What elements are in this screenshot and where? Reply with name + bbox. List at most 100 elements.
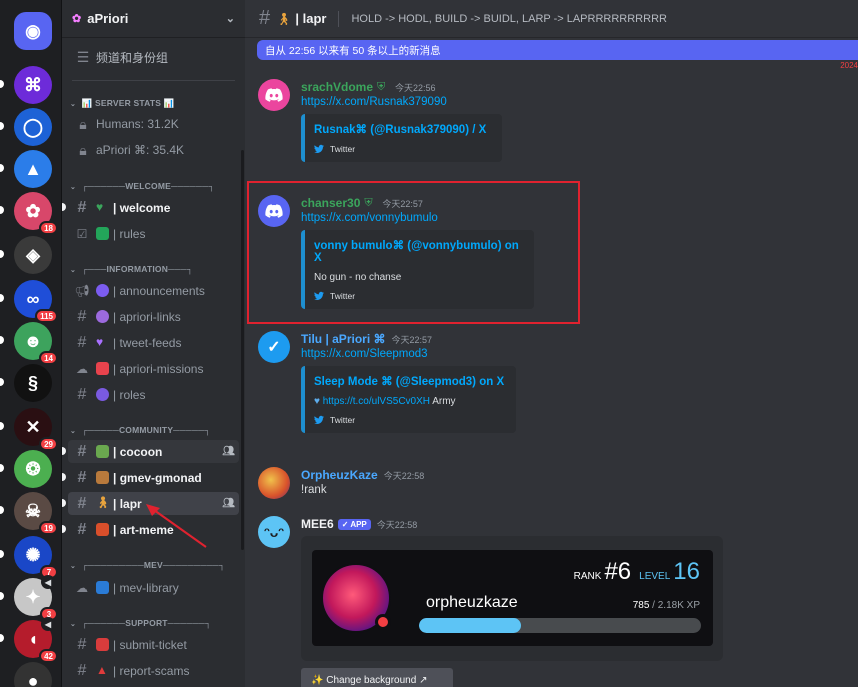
embed-title[interactable]: vonny bumulo⌘ (@vonnybumulo) on X [314,238,524,264]
server-icon-server-mouth[interactable]: ◖ 42 ◀ [0,617,58,663]
link-embed: vonny bumulo⌘ (@vonnybumulo) on X No gun… [301,230,534,309]
rank-embed: orpheuzkaze RANK #6 LEVEL 16 785 / 2.18K… [301,536,723,661]
server-icon-server-dark[interactable]: ◈ [0,236,52,274]
unread-pip [0,294,4,302]
verified-avatar[interactable]: ✓ [258,331,290,363]
add-member-icon[interactable]: 👥︎ [222,498,235,509]
channel-rules[interactable]: ☑ | rules [68,222,239,245]
category-information[interactable]: ⌄ ┌───INFORMATION───┐ [70,264,193,274]
list-icon: ☰ [76,48,90,65]
server-icon-discord-home[interactable]: ◉ [14,12,52,50]
lock-icon: 🔒︎ [79,141,87,158]
person-walking-icon: 🚶︎ [276,11,292,26]
channel-label: | welcome [113,200,171,215]
author-name[interactable]: srachVdome [301,80,373,94]
sidebar-scrollbar[interactable] [241,150,244,550]
category-label: ┌───INFORMATION───┐ [81,264,193,274]
channel-apriori-missions[interactable]: ☁ | apriori-missions [68,357,239,380]
message: chanser30 ⛨ 今天22:57 https://x.com/vonnyb… [301,195,848,309]
channel-submit-ticket[interactable]: # | submit-ticket [68,633,239,656]
chevron-down-icon: ⌄ [225,13,235,25]
category-mev[interactable]: ⌄ ┌─────────MEV─────────┐ [70,560,225,570]
unread-pip [0,550,4,558]
category-community[interactable]: ⌄ ┌─────COMMUNITY─────┐ [70,425,211,435]
category-label: ┌──────SUPPORT──────┐ [81,618,212,628]
channels-and-roles-label: 频道和身份组 [96,50,169,65]
channel-title: | lapr [295,11,327,26]
twitter-bird-icon [314,415,324,424]
server-swirl-icon: § [27,372,38,393]
server-icon-server-green[interactable]: ☻ 14 [0,322,58,365]
server-icon-server-net[interactable]: ✕ 29 [0,408,58,451]
channel-mev-library[interactable]: ☁ | mev-library [68,576,239,599]
message: srachVdome ⛨ 今天22:56 https://x.com/Rusna… [301,79,848,162]
category-welcome[interactable]: ⌄ ┌──────WELCOME──────┐ [70,181,215,191]
mee6-avatar[interactable]: ᵔᴗᵔ [258,516,290,548]
channel-cocoon[interactable]: # | cocoon 👥︎ [62,440,239,463]
server-icon-server-cmd[interactable]: ⌘ [0,66,52,104]
chevron-down-icon: ⌄ [70,267,77,274]
new-messages-bar[interactable]: 自从 22:56 以来有 50 条以上的新消息 [257,40,858,60]
xp-readout: 785 / 2.18K XP [633,600,700,611]
avatar[interactable] [258,79,290,111]
stat-humans[interactable]: 🔒︎ Humans: 31.2K [74,113,237,135]
server-icon-server-hero[interactable]: ✦ 3 ◀ [0,575,58,621]
rank-level-group: RANK #6 LEVEL 16 [574,558,700,586]
speech-icon: ☁ [76,580,88,595]
server-icon-server-ring[interactable]: ◯ [0,108,52,146]
server-dark-icon: ◈ [26,244,40,265]
channel-header: # 🚶︎ | lapr HOLD -> HODL, BUILD -> BUIDL… [245,0,858,38]
server-icon-server-galaxy[interactable]: ✺ 7 [0,536,58,579]
channel-roles[interactable]: # | roles [68,383,239,406]
embed-title[interactable]: Rusnak⌘ (@Rusnak379090) / X [314,122,492,136]
server-name: aPriori [87,11,129,26]
crystal-ball-icon [96,310,109,323]
server-icon-server-skull[interactable]: ☠ 19 [0,492,58,535]
author-name[interactable]: OrpheuzKaze [301,468,378,482]
server-net-icon: ✕ [25,416,41,437]
message-link[interactable]: https://x.com/Sleepmod3 [301,348,848,360]
embed-desc-link[interactable]: https://t.co/ulVS5Cv0XH [323,396,430,407]
add-member-icon[interactable]: 👥︎ [222,446,235,457]
category-server-stats[interactable]: ⌄ 📊 SERVER STATS 📊 [70,98,175,109]
avatar[interactable] [258,195,290,227]
channel-topic[interactable]: HOLD -> HODL, BUILD -> BUIDL, LARP -> LA… [351,13,667,25]
server-icon-server-bottom[interactable]: ● [14,662,52,687]
channels-and-roles-item[interactable]: ☰ 频道和身份组 [74,46,237,68]
channel-apriori-links[interactable]: # | apriori-links [68,305,239,328]
channel-announcements[interactable]: 📢︎ | announcements [68,279,239,302]
channel-report-scams[interactable]: # ▲ | report-scams [68,659,239,682]
siren-icon: ▲ [96,663,108,677]
server-icon-server-flower[interactable]: ✿ 18 [0,192,58,235]
xp-total: 2.18K XP [657,600,700,611]
author-name[interactable]: Tilu | aPriori ⌘ [301,332,386,346]
embed-title[interactable]: Sleep Mode ⌘ (@Sleepmod3) on X [314,374,506,388]
category-support[interactable]: ⌄ ┌──────SUPPORT──────┐ [70,618,211,628]
ticket-icon [96,638,109,651]
lock-icon: 🔒︎ [79,115,87,132]
avatar[interactable] [258,467,290,499]
channel-label: | gmev-gmonad [113,470,202,485]
message-link[interactable]: https://x.com/vonnybumulo [301,212,848,224]
server-header[interactable]: ✿ aPriori ⌄ [62,0,245,38]
channel-gmev-gmonad[interactable]: # | gmev-gmonad [62,466,239,489]
channel-label: | announcements [113,283,205,298]
love-letter-icon [96,362,109,375]
hash-icon: # [77,494,87,512]
server-icon-server-blue[interactable]: ∞ 115 [0,280,58,323]
server-skull-icon: ☠ [24,500,42,521]
message-link[interactable]: https://x.com/Rusnak379090 [301,96,848,108]
message: MEE6 ✓ APP 今天22:58 [301,516,848,532]
level-label: LEVEL [639,571,671,582]
change-background-button[interactable]: ✨ Change background ↗ [301,668,453,687]
author-name[interactable]: chanser30 [301,196,360,210]
channel-welcome[interactable]: # ♥ | welcome [62,196,239,219]
server-lime-icon: ❂ [25,458,41,479]
server-icon-server-swirl[interactable]: § [0,364,52,402]
stat-apriori[interactable]: 🔒︎ aPriori ⌘: 35.4K [74,139,237,161]
server-icon-server-drop[interactable]: ▲ [0,150,52,188]
channel-tweet-feeds[interactable]: # ♥ | tweet-feeds [68,331,239,354]
unread-pip [0,464,4,472]
server-icon-server-lime[interactable]: ❂ [0,450,52,488]
author-name[interactable]: MEE6 [301,517,334,531]
